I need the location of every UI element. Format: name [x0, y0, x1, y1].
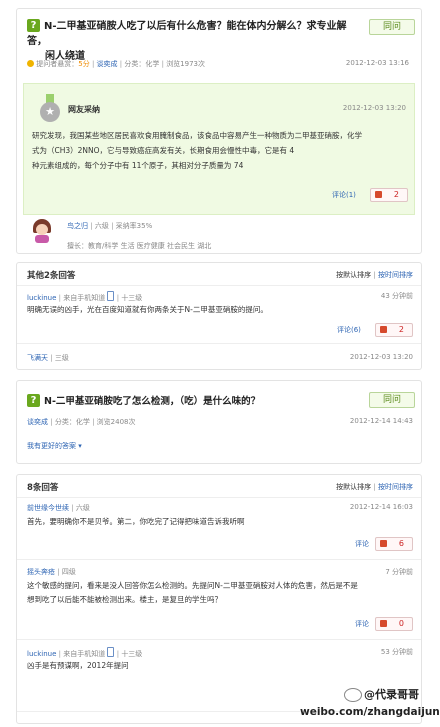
- other-answers-panel: 其他2条回答 按默认排序 | 按时间排序 luckinue | 来自手机知道 |…: [16, 262, 422, 370]
- coin-icon: [27, 60, 34, 67]
- weibo-watermark: @代录哥哥 weibo.com/zhangdaijuni: [300, 688, 440, 718]
- answer-user-link[interactable]: 飞满天: [27, 354, 48, 362]
- same-question-button[interactable]: 同问: [369, 19, 415, 35]
- question-time: 2012-12-03 13:16: [345, 59, 409, 67]
- mobile-icon: [107, 291, 115, 301]
- question-title: ? N-二甲基亚硝胺吃了怎么检测，（吃）是什么味的？: [27, 393, 260, 407]
- chevron-down-icon: ▾: [78, 442, 82, 450]
- sort-by-time[interactable]: 按时间排序: [378, 271, 413, 279]
- answer-user-link[interactable]: 前世缘今世续: [27, 504, 69, 512]
- like-button[interactable]: 0: [375, 617, 413, 631]
- answer-user-link[interactable]: 摇头奔疮: [27, 568, 55, 576]
- other-answers-title: 其他2条回答: [27, 271, 76, 281]
- thumbs-up-icon: [380, 620, 387, 627]
- best-answer-time: 2012-12-03 13:20: [342, 104, 406, 112]
- same-question-button[interactable]: 同问: [369, 392, 415, 408]
- weibo-logo-icon: [344, 688, 362, 702]
- answerer-link[interactable]: 鸟之归: [67, 222, 88, 230]
- question-title: ? N-二甲基亚硝胺人吃了以后有什么危害？能在体内分解么？求专业解答， 闲人绕道: [27, 19, 347, 62]
- best-answer-label: 网友采纳: [68, 105, 100, 114]
- better-answer-link[interactable]: 我有更好的答案 ▾: [27, 441, 82, 451]
- like-button[interactable]: 2: [375, 323, 413, 337]
- mobile-icon: [107, 647, 115, 657]
- sort-default[interactable]: 按默认排序: [336, 271, 371, 279]
- question-icon: ?: [27, 19, 40, 32]
- answer-user-link[interactable]: luckinue: [27, 650, 56, 658]
- thumbs-up-icon: [380, 326, 387, 333]
- sort-default[interactable]: 按默认排序: [336, 483, 371, 491]
- question-panel-2: ? N-二甲基亚硝胺吃了怎么检测，（吃）是什么味的？ 同问 谈奕成 | 分类：化学…: [16, 380, 422, 464]
- answerer-avatar: [31, 219, 53, 243]
- answer-body: 明确无误的凶手，光在百度知道就有你两条关于N-二甲基亚硝胺的提问。: [27, 305, 268, 314]
- sort-by-time[interactable]: 按时间排序: [378, 483, 413, 491]
- thumbs-up-icon: [380, 540, 387, 547]
- like-button[interactable]: 2: [370, 188, 408, 202]
- comment-link[interactable]: 评论: [355, 539, 369, 549]
- comment-link[interactable]: 评论: [355, 619, 369, 629]
- answerer-expertise: 擅长：教育/科学 生活 医疗健康 社会民生 湖北: [67, 242, 212, 250]
- best-answer-body: 研究发现，我国某些地区居民喜欢食用腌制食品，该食品中容易产生一种物质为二甲基亚硝…: [32, 131, 362, 170]
- comment-link[interactable]: 评论(1): [332, 190, 356, 200]
- best-answer-box: ★ 网友采纳 2012-12-03 13:20 研究发现，我国某些地区居民喜欢食…: [23, 83, 415, 215]
- answer-body: 首先，要明确你不是贝爷。第二，你吃完了记得把味道告诉我听啊: [27, 517, 245, 526]
- thumbs-up-icon: [375, 191, 382, 198]
- answer-body: 这个敏感的提问，看来是没人回答你怎么检测的。先提问N-二甲基亚硝胺对人体的危害，…: [27, 581, 358, 604]
- question-icon: ?: [27, 394, 40, 407]
- answers-title: 8条回答: [27, 483, 59, 493]
- asker-link[interactable]: 谈奕成: [27, 418, 48, 426]
- like-button[interactable]: 6: [375, 537, 413, 551]
- question-meta: 提问者悬赏：5分 | 谈奕成 | 分类：化学 | 浏览1973次 2012-12…: [27, 59, 417, 69]
- question-panel-1: ? N-二甲基亚硝胺人吃了以后有什么危害？能在体内分解么？求专业解答， 闲人绕道 …: [16, 8, 422, 254]
- asker-link[interactable]: 谈奕成: [97, 60, 118, 68]
- answer-user-link[interactable]: luckinue: [27, 294, 56, 302]
- answer-body: 凶手是有预谋啊，2012年提问: [27, 661, 129, 670]
- comment-link[interactable]: 评论(6): [337, 325, 361, 335]
- medal-icon: ★: [40, 94, 60, 122]
